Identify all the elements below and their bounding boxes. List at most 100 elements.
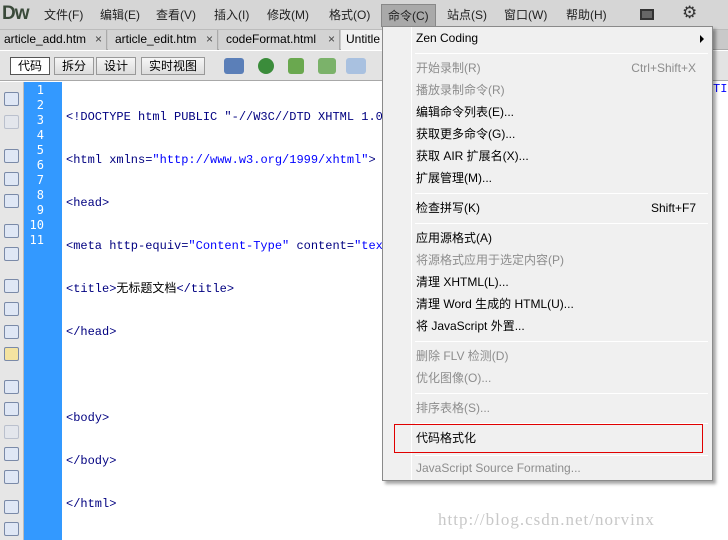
select-parent-tag-icon[interactable]	[4, 224, 19, 238]
menu-item-get-air-extensions[interactable]: 获取 AIR 扩展名(X)...	[416, 146, 529, 166]
globe-preview-icon[interactable]	[258, 58, 274, 74]
menu-item-play-recording[interactable]: 播放录制命令(R)	[416, 80, 505, 100]
menu-item-clean-xhtml[interactable]: 清理 XHTML(L)...	[416, 272, 509, 292]
menu-item-sort-table[interactable]: 排序表格(S)...	[416, 398, 490, 418]
menu-item-code-format[interactable]: 代码格式化	[416, 428, 476, 448]
menu-site[interactable]: 站点(S)	[447, 6, 487, 23]
line-number-gutter: 1 2 3 4 5 6 7 8 9 10 11	[24, 82, 62, 540]
tab-label: codeFormat.html	[226, 32, 317, 46]
line-number: 3	[36, 113, 44, 127]
highlight-invalid-icon[interactable]	[4, 302, 19, 316]
line-numbers-icon[interactable]	[4, 279, 19, 293]
balance-braces-icon[interactable]	[4, 247, 19, 261]
shortcut-label: Shift+F7	[650, 201, 696, 215]
collapse-tag-icon[interactable]	[4, 149, 19, 163]
syntax-error-icon[interactable]	[4, 347, 19, 361]
code-line: </head>	[66, 325, 117, 339]
layout-icon[interactable]	[640, 9, 654, 20]
menu-item-apply-formatting-to-selection[interactable]: 将源格式应用于选定内容(P)	[416, 250, 564, 270]
menu-item-zen-coding[interactable]: Zen Coding	[416, 28, 706, 48]
commands-dropdown-menu: Zen Coding 开始录制(R) Ctrl+Shift+X 播放录制命令(R…	[382, 26, 713, 481]
menu-edit[interactable]: 编辑(E)	[100, 6, 140, 23]
menu-view[interactable]: 查看(V)	[156, 6, 196, 23]
line-number: 7	[36, 173, 44, 187]
visual-aids-icon[interactable]	[346, 58, 366, 74]
tab-codeformat[interactable]: codeFormat.html ×	[219, 30, 340, 50]
line-number: 5	[36, 143, 44, 157]
code-line: <html xmlns="http://www.w3.org/1999/xhtm…	[66, 153, 376, 167]
code-editor[interactable]: <!DOCTYPE html PUBLIC "-//W3C//DTD XHTML…	[66, 82, 390, 526]
menu-item-optimize-image[interactable]: 优化图像(O)...	[416, 368, 491, 388]
split-view-button[interactable]: 拆分	[54, 57, 95, 75]
watermark: http://blog.csdn.net/norvinx	[438, 510, 655, 529]
move-css-icon[interactable]	[4, 470, 19, 484]
menu-item-externalize-javascript[interactable]: 将 JavaScript 外置...	[416, 316, 525, 336]
menu-file[interactable]: 文件(F)	[44, 6, 83, 23]
close-icon[interactable]: ×	[328, 30, 335, 49]
gear-icon[interactable]: ⚙	[682, 3, 697, 23]
menu-item-edit-command-list[interactable]: 编辑命令列表(E)...	[416, 102, 514, 122]
menu-format[interactable]: 格式(O)	[329, 6, 370, 23]
menu-icon-gutter	[411, 27, 412, 480]
submenu-arrow-icon	[700, 35, 704, 43]
close-icon[interactable]: ×	[95, 30, 102, 49]
menu-separator	[415, 455, 708, 456]
multiscreen-icon[interactable]	[224, 58, 244, 74]
indent-icon[interactable]	[4, 500, 19, 514]
outdent-icon[interactable]	[4, 522, 19, 536]
line-number: 11	[29, 233, 44, 247]
line-number: 4	[36, 128, 44, 142]
menu-item-check-spelling[interactable]: 检查拼写(K)	[416, 198, 480, 218]
line-number: 10	[29, 218, 44, 232]
line-number: 6	[36, 158, 44, 172]
menu-item-javascript-source-formatting[interactable]: JavaScript Source Formating...	[416, 458, 581, 478]
menu-commands[interactable]: 命令(C)	[381, 4, 436, 27]
close-icon[interactable]: ×	[206, 30, 213, 49]
wrap-tag-icon[interactable]	[4, 425, 19, 439]
code-line: </html>	[66, 497, 117, 511]
menu-item-apply-source-formatting[interactable]: 应用源格式(A)	[416, 228, 492, 248]
word-wrap-icon[interactable]	[4, 325, 19, 339]
code-line: <meta http-equiv="Content-Type" content=…	[66, 239, 391, 253]
design-view-button[interactable]: 设计	[96, 57, 137, 75]
code-line: <body>	[66, 411, 110, 425]
menu-window[interactable]: 窗口(W)	[504, 6, 547, 23]
menu-item-start-recording[interactable]: 开始录制(R)	[416, 58, 481, 78]
code-line: <!DOCTYPE html PUBLIC "-//W3C//DTD XHTML…	[66, 110, 383, 124]
menu-separator	[415, 193, 708, 194]
code-line: <head>	[66, 196, 110, 210]
menu-item-remove-flv-detection[interactable]: 删除 FLV 检测(D)	[416, 346, 508, 366]
tab-article-add[interactable]: article_add.htm ×	[0, 30, 107, 50]
line-number: 1	[36, 83, 44, 97]
tab-label: article_edit.htm	[115, 32, 197, 46]
code-overflow: TI	[713, 82, 728, 96]
debug-icon[interactable]	[318, 58, 336, 74]
tab-article-edit[interactable]: article_edit.htm ×	[108, 30, 218, 50]
file-transfer-icon[interactable]	[288, 58, 304, 74]
tab-label: article_add.htm	[4, 32, 87, 46]
menu-help[interactable]: 帮助(H)	[566, 6, 607, 23]
live-view-button[interactable]: 实时视图	[141, 57, 206, 75]
shortcut-label: Ctrl+Shift+X	[631, 61, 696, 75]
menu-separator	[415, 53, 708, 54]
code-view-button[interactable]: 代码	[10, 57, 51, 75]
tab-label: Untitle	[346, 32, 381, 46]
menu-separator	[415, 223, 708, 224]
recent-snippets-icon[interactable]	[4, 447, 19, 461]
collapse-selection-icon[interactable]	[4, 172, 19, 186]
show-code-navigator-icon[interactable]	[4, 115, 19, 129]
remove-comment-icon[interactable]	[4, 402, 19, 416]
menu-insert[interactable]: 插入(I)	[214, 6, 249, 23]
coding-toolbar	[0, 82, 24, 540]
menu-modify[interactable]: 修改(M)	[267, 6, 309, 23]
menu-item-clean-word-html[interactable]: 清理 Word 生成的 HTML(U)...	[416, 294, 574, 314]
line-number: 8	[36, 188, 44, 202]
menu-item-get-more-commands[interactable]: 获取更多命令(G)...	[416, 124, 515, 144]
open-documents-icon[interactable]	[4, 92, 19, 106]
apply-comment-icon[interactable]	[4, 380, 19, 394]
code-line: </body>	[66, 454, 117, 468]
code-line: <title>无标题文档</title>	[66, 282, 235, 296]
menu-item-manage-extensions[interactable]: 扩展管理(M)...	[416, 168, 492, 188]
expand-all-icon[interactable]	[4, 194, 19, 208]
